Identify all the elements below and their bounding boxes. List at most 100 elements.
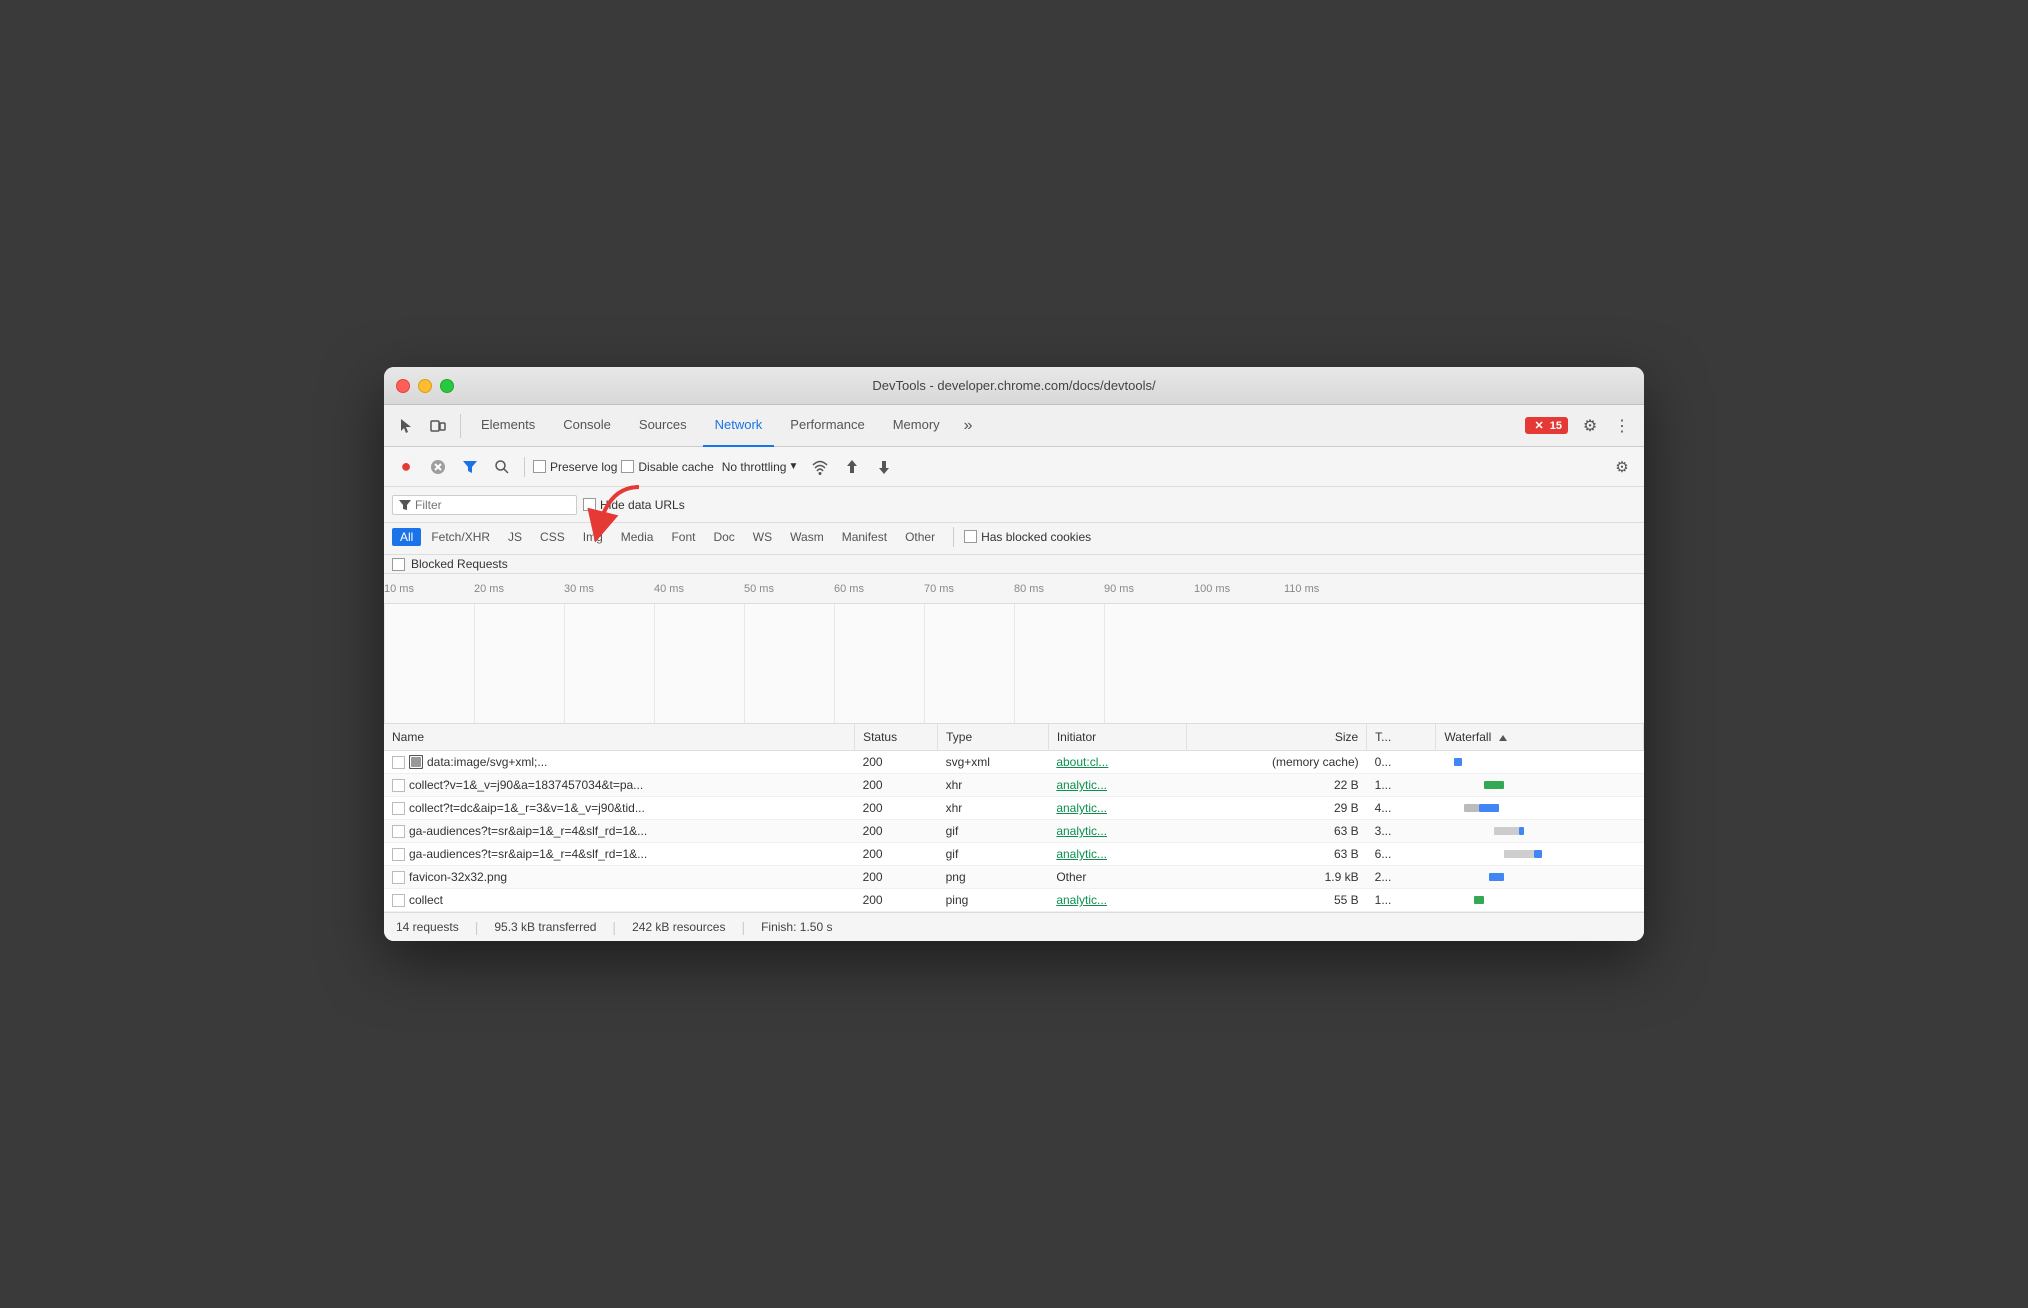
row-initiator: analytic...: [1048, 843, 1186, 866]
tick-20ms: 20 ms: [474, 583, 504, 595]
disable-cache-checkbox[interactable]: Disable cache: [621, 460, 713, 474]
filter-btn-wasm[interactable]: Wasm: [782, 528, 832, 546]
filter-btn-fetch-xhr[interactable]: Fetch/XHR: [423, 528, 498, 546]
col-header-name[interactable]: Name: [384, 724, 855, 751]
table-row[interactable]: ga-audiences?t=sr&aip=1&_r=4&slf_rd=1&..…: [384, 820, 1644, 843]
network-table: Name Status Type Initiator Size: [384, 724, 1644, 912]
tab-console[interactable]: Console: [551, 405, 623, 447]
table-row[interactable]: collect?v=1&_v=j90&a=1837457034&t=pa... …: [384, 774, 1644, 797]
row-time: 1...: [1367, 774, 1436, 797]
tab-network[interactable]: Network: [703, 405, 775, 447]
tick-50ms: 50 ms: [744, 583, 774, 595]
row-checkbox[interactable]: [392, 871, 405, 884]
close-button[interactable]: [396, 379, 410, 393]
upload-svg: [845, 459, 859, 475]
filter-btn-all[interactable]: All: [392, 528, 421, 546]
throttle-dropdown[interactable]: No throttling ▼: [718, 458, 803, 476]
waterfall-bar: [1464, 804, 1479, 812]
tab-elements[interactable]: Elements: [469, 405, 547, 447]
filter-input[interactable]: [415, 498, 570, 512]
col-header-size[interactable]: Size: [1187, 724, 1367, 751]
grid-line-5: [744, 604, 745, 723]
preserve-log-checkbox[interactable]: Preserve log: [533, 460, 617, 474]
filter-btn-js[interactable]: JS: [500, 528, 530, 546]
filter-btn-doc[interactable]: Doc: [705, 528, 742, 546]
wifi-svg: [811, 459, 829, 475]
col-header-status[interactable]: Status: [855, 724, 938, 751]
row-time: 4...: [1367, 797, 1436, 820]
record-button[interactable]: ●: [392, 453, 420, 481]
filter-btn-css[interactable]: CSS: [532, 528, 573, 546]
grid-line-3: [564, 604, 565, 723]
row-checkbox[interactable]: [392, 779, 405, 792]
table-row[interactable]: collect?t=dc&aip=1&_r=3&v=1&_v=j90&tid..…: [384, 797, 1644, 820]
traffic-lights: [396, 379, 454, 393]
clear-button[interactable]: [424, 453, 452, 481]
table-row[interactable]: data:image/svg+xml;... 200 svg+xml about…: [384, 751, 1644, 774]
timeline-header: 10 ms 20 ms 30 ms 40 ms 50 ms 60 ms 70 m…: [384, 574, 1644, 604]
row-status: 200: [855, 889, 938, 912]
filter-btn-media[interactable]: Media: [613, 528, 662, 546]
settings-icon[interactable]: ⚙: [1576, 412, 1604, 440]
waterfall-bar: [1494, 827, 1519, 835]
filter-btn-font[interactable]: Font: [663, 528, 703, 546]
blocked-requests-checkbox[interactable]: [392, 558, 405, 571]
filter-btn-img[interactable]: Img: [575, 528, 611, 546]
upload-icon[interactable]: [838, 453, 866, 481]
filter-sep: [953, 527, 954, 547]
network-footer: 14 requests | 95.3 kB transferred | 242 …: [384, 912, 1644, 941]
image-icon: [409, 755, 423, 769]
filter-btn-other[interactable]: Other: [897, 528, 943, 546]
row-time: 2...: [1367, 866, 1436, 889]
row-waterfall: [1436, 843, 1644, 866]
row-checkbox[interactable]: [392, 802, 405, 815]
filter-bar: Hide data URLs: [384, 487, 1644, 523]
table-row[interactable]: favicon-32x32.png 200 png Other 1.9 kB 2…: [384, 866, 1644, 889]
row-size: (memory cache): [1187, 751, 1367, 774]
maximize-button[interactable]: [440, 379, 454, 393]
more-tabs-button[interactable]: »: [956, 417, 981, 435]
table-row[interactable]: collect 200 ping analytic... 55 B 1...: [384, 889, 1644, 912]
tab-memory[interactable]: Memory: [881, 405, 952, 447]
cursor-icon[interactable]: [392, 412, 420, 440]
col-header-time[interactable]: T...: [1367, 724, 1436, 751]
footer-resources: 242 kB resources: [632, 920, 725, 934]
more-options-icon[interactable]: ⋮: [1608, 412, 1636, 440]
tab-performance[interactable]: Performance: [778, 405, 876, 447]
nav-separator-1: [460, 414, 461, 438]
col-header-initiator[interactable]: Initiator: [1048, 724, 1186, 751]
row-waterfall: [1436, 889, 1644, 912]
row-status: 200: [855, 843, 938, 866]
row-initiator: Other: [1048, 866, 1186, 889]
device-toggle-icon[interactable]: [424, 412, 452, 440]
col-header-waterfall[interactable]: Waterfall: [1436, 724, 1644, 751]
row-checkbox[interactable]: [392, 825, 405, 838]
filter-type-buttons: All Fetch/XHR JS CSS Img Media Font Doc …: [392, 528, 943, 546]
has-blocked-cookies-checkbox[interactable]: Has blocked cookies: [964, 530, 1091, 544]
row-size: 63 B: [1187, 843, 1367, 866]
row-checkbox[interactable]: [392, 894, 405, 907]
network-settings-icon[interactable]: ⚙: [1608, 453, 1636, 481]
minimize-button[interactable]: [418, 379, 432, 393]
hide-data-urls-checkbox[interactable]: Hide data URLs: [583, 498, 685, 512]
grid-line-9: [1104, 604, 1105, 723]
tick-40ms: 40 ms: [654, 583, 684, 595]
table-row[interactable]: ga-audiences?t=sr&aip=1&_r=4&slf_rd=1&..…: [384, 843, 1644, 866]
search-button[interactable]: [488, 453, 516, 481]
filter-btn-ws[interactable]: WS: [745, 528, 780, 546]
col-header-type[interactable]: Type: [938, 724, 1049, 751]
tick-10ms: 10 ms: [384, 583, 414, 595]
row-time: 0...: [1367, 751, 1436, 774]
filter-button[interactable]: [456, 453, 484, 481]
download-svg: [877, 459, 891, 475]
filter-btn-manifest[interactable]: Manifest: [834, 528, 895, 546]
cursor-svg: [398, 418, 414, 434]
tab-sources[interactable]: Sources: [627, 405, 699, 447]
row-waterfall: [1436, 774, 1644, 797]
row-checkbox[interactable]: [392, 848, 405, 861]
download-icon[interactable]: [870, 453, 898, 481]
row-checkbox[interactable]: [392, 756, 405, 769]
filter-funnel-icon: [399, 499, 411, 511]
wifi-icon[interactable]: [806, 453, 834, 481]
filter-input-wrapper: [392, 495, 577, 515]
